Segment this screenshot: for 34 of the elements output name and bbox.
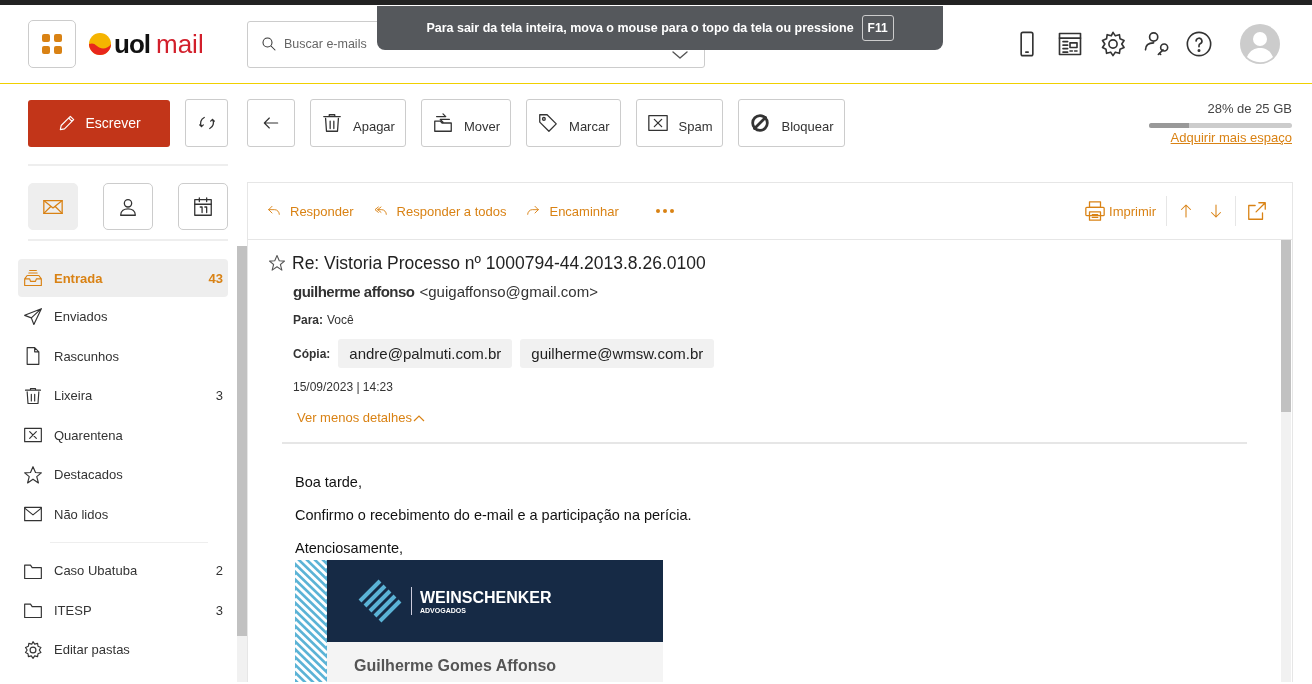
recipient: Você bbox=[327, 313, 354, 327]
folder-item[interactable]: Caso Ubatuba 2 bbox=[18, 551, 228, 591]
body-paragraph: Atenciosamente, bbox=[295, 539, 404, 558]
folder-item[interactable]: Rascunhos bbox=[18, 336, 228, 376]
folder-item[interactable]: Quarentena bbox=[18, 415, 228, 455]
body-paragraph: Boa tarde, bbox=[295, 473, 363, 492]
folder-item[interactable]: Não lidos bbox=[18, 494, 228, 534]
folder-item[interactable]: Enviados bbox=[18, 297, 228, 337]
sender-email: <guigaffonso@gmail.com> bbox=[419, 283, 598, 300]
message-subject: Re: Vistoria Processo nº 1000794-44.2013.8.26.0100 bbox=[292, 252, 706, 274]
edit-folders-item[interactable]: Editar pastas bbox=[18, 630, 228, 670]
sender-name: guilherme affonso bbox=[293, 283, 415, 300]
move-button[interactable]: Mover bbox=[420, 99, 512, 147]
firm-name: WEINSCHENKER bbox=[420, 588, 552, 607]
block-button[interactable]: Bloquear bbox=[738, 99, 845, 147]
cc-label: Cópia: bbox=[293, 346, 331, 361]
delete-button[interactable]: Apagar bbox=[310, 99, 406, 147]
notice-text: Para sair da tela inteira, mova o mouse para o topo da tela ou pressione bbox=[426, 21, 854, 35]
folder-item[interactable]: ITESP 3 bbox=[18, 590, 228, 630]
spam-button[interactable]: Spam bbox=[635, 99, 724, 147]
storage-usage: 28% de 25 GB bbox=[1207, 101, 1292, 116]
body-paragraph: Confirmo o recebimento do e-mail e a participação na perícia. bbox=[295, 506, 693, 525]
folder-item[interactable]: Lixeira 3 bbox=[18, 376, 228, 416]
folder-item[interactable]: Destacados bbox=[18, 455, 228, 495]
tag-button[interactable]: Marcar bbox=[526, 99, 621, 147]
cc-chip[interactable]: andre@palmuti.com.br bbox=[338, 339, 513, 368]
logo-product: mail bbox=[156, 28, 204, 60]
message-date: 15/09/2023 | 14:23 bbox=[293, 380, 394, 394]
compose-button[interactable]: Escrever bbox=[28, 99, 170, 147]
cc-chip[interactable]: guilherme@wmsw.com.br bbox=[520, 339, 715, 368]
key-badge: F11 bbox=[861, 15, 894, 41]
to-label: Para: bbox=[293, 313, 324, 327]
signature-name: Guilherme Gomes Affonso bbox=[354, 657, 557, 674]
logo-brand: uol bbox=[114, 28, 150, 60]
